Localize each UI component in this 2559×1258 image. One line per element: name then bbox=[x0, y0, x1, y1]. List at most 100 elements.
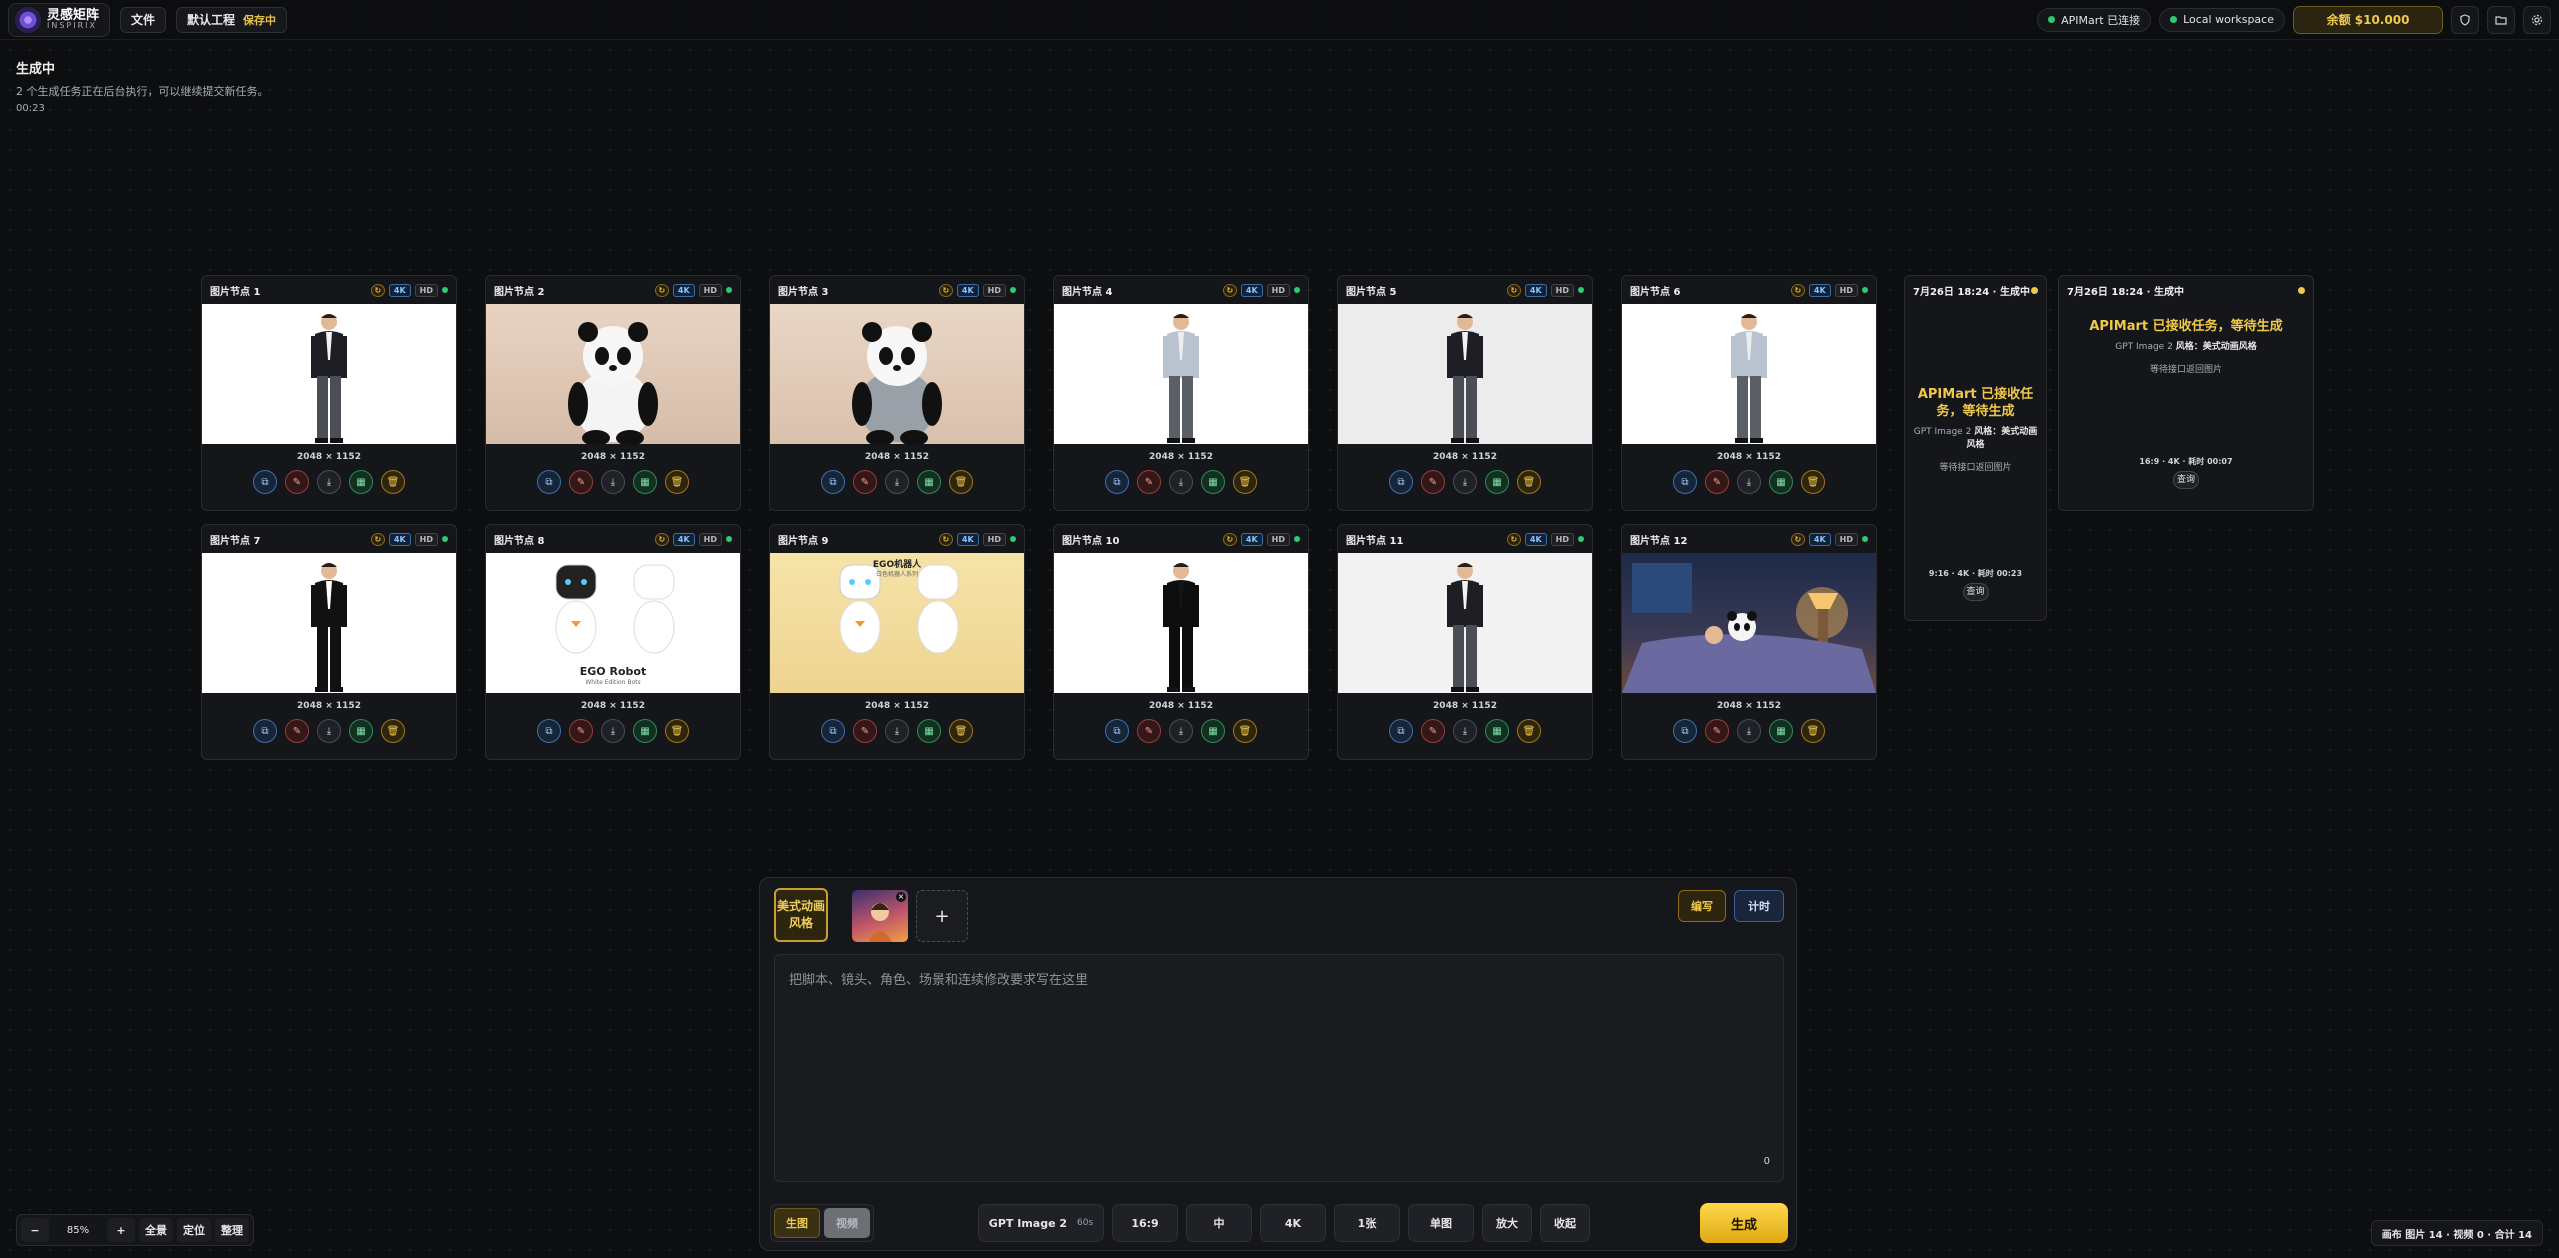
copy-icon[interactable]: ⧉ bbox=[1673, 719, 1697, 743]
refresh-icon[interactable]: ↻ bbox=[654, 283, 669, 297]
edit-icon[interactable]: ✎ bbox=[1705, 719, 1729, 743]
grid-icon[interactable]: ▦ bbox=[917, 719, 941, 743]
upscale-button[interactable]: 放大 bbox=[1482, 1204, 1532, 1242]
collapse-button[interactable]: 收起 bbox=[1540, 1204, 1590, 1242]
card-image[interactable] bbox=[1622, 304, 1876, 444]
download-icon[interactable]: ⤓ bbox=[317, 470, 341, 494]
edit-icon[interactable]: ✎ bbox=[853, 470, 877, 494]
edit-icon[interactable]: ✎ bbox=[285, 470, 309, 494]
model-select[interactable]: GPT Image 2 60s bbox=[978, 1204, 1104, 1242]
download-icon[interactable]: ⤓ bbox=[1453, 719, 1477, 743]
timer-button[interactable]: 计时 bbox=[1734, 890, 1784, 922]
card-image[interactable] bbox=[770, 304, 1024, 444]
workspace-pill[interactable]: Local workspace bbox=[2159, 7, 2285, 32]
refresh-icon[interactable]: ↻ bbox=[1222, 283, 1237, 297]
image-node-card[interactable]: 图片节点 4 ↻ 4K HD 2048 × 1152 ⧉ ✎ ⤓ ▦ 🗑 bbox=[1053, 275, 1309, 511]
image-node-card[interactable]: 图片节点 3 ↻ 4K HD 2048 × 1152 ⧉ ✎ ⤓ ▦ 🗑 bbox=[769, 275, 1025, 511]
copy-icon[interactable]: ⧉ bbox=[821, 470, 845, 494]
remove-reference-icon[interactable]: × bbox=[896, 892, 906, 902]
trash-icon[interactable]: 🗑 bbox=[1517, 470, 1541, 494]
edit-icon[interactable]: ✎ bbox=[569, 719, 593, 743]
card-image[interactable] bbox=[1338, 304, 1592, 444]
trash-icon[interactable]: 🗑 bbox=[665, 719, 689, 743]
grid-icon[interactable]: ▦ bbox=[349, 719, 373, 743]
copy-icon[interactable]: ⧉ bbox=[253, 719, 277, 743]
api-status-pill[interactable]: APIMart 已连接 bbox=[2037, 7, 2152, 32]
download-icon[interactable]: ⤓ bbox=[601, 470, 625, 494]
edit-icon[interactable]: ✎ bbox=[1137, 470, 1161, 494]
image-node-card[interactable]: 图片节点 6 ↻ 4K HD 2048 × 1152 ⧉ ✎ ⤓ ▦ 🗑 bbox=[1621, 275, 1877, 511]
edit-icon[interactable]: ✎ bbox=[1137, 719, 1161, 743]
copy-icon[interactable]: ⧉ bbox=[1105, 719, 1129, 743]
write-button[interactable]: 编写 bbox=[1678, 890, 1726, 922]
style-tag-button[interactable]: 美式动画风格 bbox=[774, 888, 828, 942]
trash-icon[interactable]: 🗑 bbox=[665, 470, 689, 494]
zoom-in-button[interactable]: + bbox=[107, 1218, 135, 1242]
edit-icon[interactable]: ✎ bbox=[285, 719, 309, 743]
quality-select[interactable]: 中 bbox=[1186, 1204, 1252, 1242]
grid-icon[interactable]: ▦ bbox=[349, 470, 373, 494]
image-node-card[interactable]: 图片节点 12 ↻ 4K HD 2048 × 1152 ⧉ ✎ ⤓ ▦ 🗑 bbox=[1621, 524, 1877, 760]
card-image[interactable] bbox=[1054, 304, 1308, 444]
refresh-icon[interactable]: ↻ bbox=[1222, 532, 1237, 546]
refresh-icon[interactable]: ↻ bbox=[938, 532, 953, 546]
file-menu-button[interactable]: 文件 bbox=[120, 6, 167, 33]
reference-thumbnail[interactable]: × bbox=[852, 890, 908, 942]
copy-icon[interactable]: ⧉ bbox=[821, 719, 845, 743]
image-node-card[interactable]: 图片节点 10 ↻ 4K HD 2048 × 1152 ⧉ ✎ ⤓ ▦ 🗑 bbox=[1053, 524, 1309, 760]
trash-icon[interactable]: 🗑 bbox=[949, 719, 973, 743]
project-button[interactable]: 默认工程 保存中 bbox=[176, 6, 288, 33]
ratio-select[interactable]: 16:9 bbox=[1112, 1204, 1178, 1242]
download-icon[interactable]: ⤓ bbox=[1453, 470, 1477, 494]
trash-icon[interactable]: 🗑 bbox=[381, 719, 405, 743]
copy-icon[interactable]: ⧉ bbox=[1389, 719, 1413, 743]
trash-icon[interactable]: 🗑 bbox=[1233, 719, 1257, 743]
grid-icon[interactable]: ▦ bbox=[1201, 719, 1225, 743]
folder-button[interactable] bbox=[2487, 5, 2515, 34]
grid-icon[interactable]: ▦ bbox=[1769, 470, 1793, 494]
grid-icon[interactable]: ▦ bbox=[917, 470, 941, 494]
grid-icon[interactable]: ▦ bbox=[633, 719, 657, 743]
download-icon[interactable]: ⤓ bbox=[1169, 719, 1193, 743]
pending-card[interactable]: 7月26日 18:24 · 生成中 APIMart 已接收任务，等待生成 GPT… bbox=[2058, 275, 2314, 511]
download-icon[interactable]: ⤓ bbox=[601, 719, 625, 743]
copy-icon[interactable]: ⧉ bbox=[1105, 470, 1129, 494]
layout-select[interactable]: 单图 bbox=[1408, 1204, 1474, 1242]
card-image[interactable] bbox=[1338, 553, 1592, 693]
copy-icon[interactable]: ⧉ bbox=[1673, 470, 1697, 494]
card-image[interactable] bbox=[1054, 553, 1308, 693]
grid-icon[interactable]: ▦ bbox=[1485, 719, 1509, 743]
image-node-card[interactable]: 图片节点 9 ↻ 4K HD EGO机器人 白色机器人系列 2048 × 1152 ⧉ ✎ ⤓ ▦ 🗑 bbox=[769, 524, 1025, 760]
image-node-card[interactable]: 图片节点 1 ↻ 4K HD 2048 × 1152 ⧉ ✎ ⤓ ▦ 🗑 bbox=[201, 275, 457, 511]
count-select[interactable]: 1张 bbox=[1334, 1204, 1400, 1242]
resolution-select[interactable]: 4K bbox=[1260, 1204, 1326, 1242]
generate-button[interactable]: 生成 bbox=[1700, 1203, 1788, 1243]
download-icon[interactable]: ⤓ bbox=[1737, 719, 1761, 743]
locate-button[interactable]: 定位 bbox=[177, 1218, 211, 1242]
copy-icon[interactable]: ⧉ bbox=[253, 470, 277, 494]
refresh-icon[interactable]: ↻ bbox=[370, 283, 385, 297]
grid-icon[interactable]: ▦ bbox=[1201, 470, 1225, 494]
download-icon[interactable]: ⤓ bbox=[885, 719, 909, 743]
card-image[interactable]: EGO Robot White Edition Bots bbox=[486, 553, 740, 693]
grid-icon[interactable]: ▦ bbox=[1485, 470, 1509, 494]
card-image[interactable] bbox=[202, 553, 456, 693]
card-image[interactable] bbox=[1622, 553, 1876, 693]
copy-icon[interactable]: ⧉ bbox=[537, 719, 561, 743]
fit-view-button[interactable]: 全景 bbox=[139, 1218, 173, 1242]
download-icon[interactable]: ⤓ bbox=[1737, 470, 1761, 494]
trash-icon[interactable]: 🗑 bbox=[1517, 719, 1541, 743]
refresh-icon[interactable]: ↻ bbox=[1790, 283, 1805, 297]
balance-button[interactable]: 余额 $10.000 bbox=[2293, 5, 2443, 34]
mode-image-button[interactable]: 生图 bbox=[774, 1208, 820, 1238]
arrange-button[interactable]: 整理 bbox=[215, 1218, 249, 1242]
download-icon[interactable]: ⤓ bbox=[1169, 470, 1193, 494]
trash-icon[interactable]: 🗑 bbox=[1233, 470, 1257, 494]
image-node-card[interactable]: 图片节点 5 ↻ 4K HD 2048 × 1152 ⧉ ✎ ⤓ ▦ 🗑 bbox=[1337, 275, 1593, 511]
app-logo[interactable]: 灵感矩阵 INSPIRIX bbox=[8, 2, 111, 37]
image-node-card[interactable]: 图片节点 8 ↻ 4K HD EGO Robot White Edition Bots 20… bbox=[485, 524, 741, 760]
refresh-icon[interactable]: ↻ bbox=[1790, 532, 1805, 546]
image-node-card[interactable]: 图片节点 11 ↻ 4K HD 2048 × 1152 ⧉ ✎ ⤓ ▦ 🗑 bbox=[1337, 524, 1593, 760]
trash-icon[interactable]: 🗑 bbox=[949, 470, 973, 494]
zoom-out-button[interactable]: − bbox=[21, 1218, 49, 1242]
